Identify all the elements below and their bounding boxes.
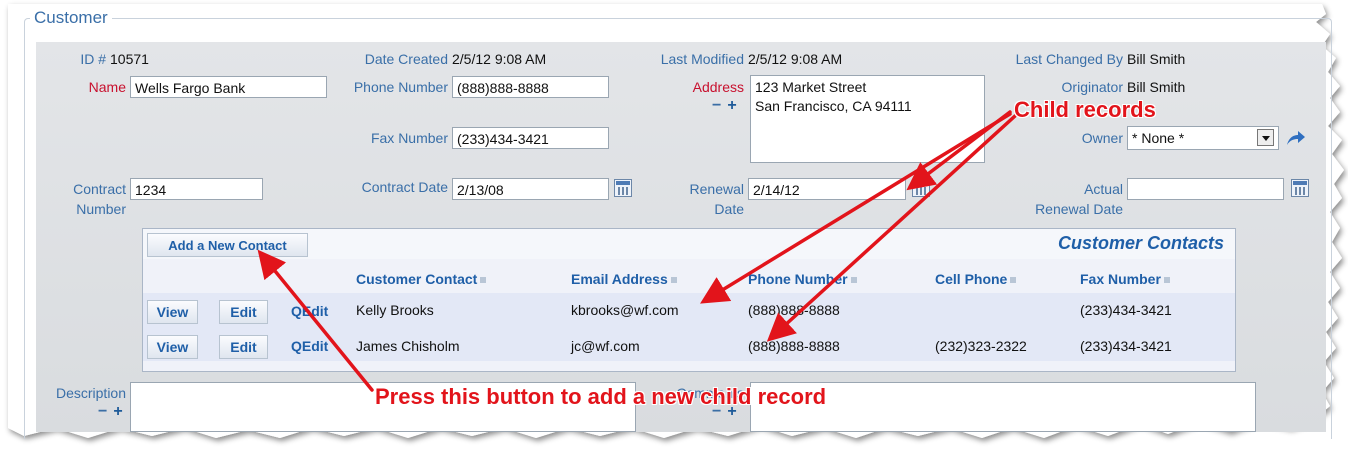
press-button-annotation: Press this button to add a new child rec… — [375, 384, 827, 409]
arrow-to-address — [906, 110, 1012, 191]
annotation-arrows — [257, 110, 1017, 392]
arrow-to-email — [700, 112, 1012, 304]
child-records-annotation: Child records — [1014, 97, 1156, 122]
arrow-to-add-button — [257, 249, 374, 392]
arrow-to-phone-row2 — [766, 114, 1017, 342]
